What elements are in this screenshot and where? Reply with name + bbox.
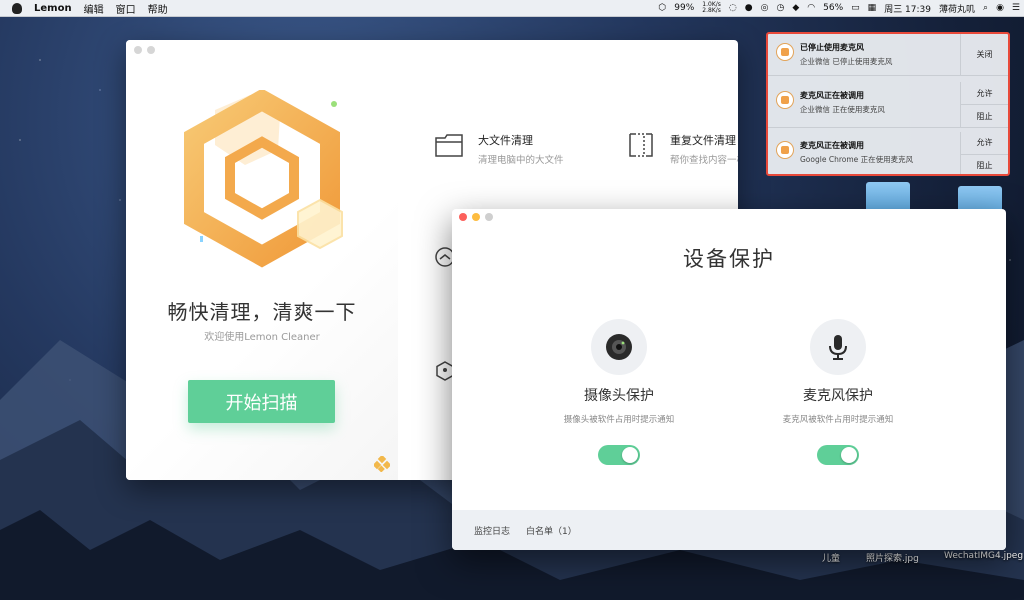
input-method-icon[interactable]: ▦ bbox=[864, 3, 881, 13]
minimize-button[interactable] bbox=[472, 213, 480, 221]
mic-protection-toggle[interactable] bbox=[817, 445, 859, 465]
monitor-log-link[interactable]: 监控日志 bbox=[474, 524, 510, 537]
menu-help[interactable]: 帮助 bbox=[142, 1, 174, 16]
datetime[interactable]: 周三 17:39 bbox=[880, 2, 935, 15]
lemon-hexagon-logo bbox=[184, 90, 343, 268]
device-footer: 监控日志 白名单（1） bbox=[452, 510, 1006, 550]
whitelist-link[interactable]: 白名单（1） bbox=[526, 524, 577, 537]
minimize-button[interactable] bbox=[147, 46, 155, 54]
notification-title: 麦克风正在被调用 bbox=[800, 141, 864, 150]
welcome-subline: 欢迎使用Lemon Cleaner bbox=[204, 332, 320, 343]
feature-large-file-clean[interactable]: 大文件清理 清理电脑中的大文件 bbox=[434, 130, 564, 166]
headline: 畅快清理，清爽一下 bbox=[167, 300, 357, 324]
lemon-app-icon bbox=[776, 91, 794, 109]
notification-center-icon[interactable]: ☰ bbox=[1008, 3, 1024, 13]
chat-icon[interactable]: ◌ bbox=[725, 3, 741, 13]
close-button[interactable] bbox=[134, 46, 142, 54]
close-notification-button[interactable]: 关闭 bbox=[961, 34, 1008, 75]
feature-title: 重复文件清理 bbox=[670, 134, 736, 147]
mic-protection-desc: 麦克风被软件占用时提示通知 bbox=[782, 415, 894, 425]
block-button[interactable]: 阻止 bbox=[961, 104, 1008, 127]
menu-edit[interactable]: 编辑 bbox=[78, 1, 110, 16]
mic-protection-title: 麦克风保护 bbox=[803, 388, 873, 404]
feature-duplicate-file-clean[interactable]: 重复文件清理 帮你查找内容一样的 bbox=[626, 130, 738, 166]
lemon-tray-icon[interactable]: ⬡ bbox=[654, 3, 670, 13]
toggle-knob bbox=[622, 447, 638, 463]
duplicate-file-icon bbox=[629, 133, 653, 157]
feature-desc: 清理电脑中的大文件 bbox=[478, 155, 564, 166]
lemon-app-icon bbox=[776, 141, 794, 159]
username[interactable]: 薄荷丸叽 bbox=[935, 2, 979, 15]
mic-protection-section: 麦克风保护 麦克风被软件占用时提示通知 bbox=[738, 319, 938, 465]
search-icon[interactable]: ⌕ bbox=[979, 3, 992, 13]
window-controls bbox=[134, 46, 155, 54]
notification-body: 企业微信 已停止使用麦克风 bbox=[800, 57, 893, 66]
camera-icon bbox=[591, 319, 647, 375]
menu-bar: Lemon 编辑 窗口 帮助 ⬡ 99% 1.0K/s 2.8K/s ◌ ● ◎ … bbox=[0, 0, 1024, 17]
apple-icon[interactable] bbox=[12, 2, 22, 14]
notification-card[interactable]: 麦克风正在被调用 企业微信 正在使用麦克风 允许 阻止 bbox=[768, 82, 1008, 128]
wifi-icon[interactable]: ◠ bbox=[803, 3, 819, 13]
microphone-icon bbox=[810, 319, 866, 375]
camera-protection-desc: 摄像头被软件占用时提示通知 bbox=[563, 415, 675, 425]
shield-icon[interactable]: ◆ bbox=[788, 3, 803, 13]
folder-outline-icon bbox=[435, 134, 463, 157]
notification-title: 已停止使用麦克风 bbox=[800, 43, 864, 52]
allow-button[interactable]: 允许 bbox=[961, 82, 1008, 104]
menu-app-name[interactable]: Lemon bbox=[28, 3, 78, 14]
battery-icon[interactable]: ▭ bbox=[847, 3, 864, 13]
lemon-app-icon bbox=[776, 43, 794, 61]
notification-card[interactable]: 已停止使用麦克风 企业微信 已停止使用麦克风 关闭 bbox=[768, 34, 1008, 76]
toggle-knob bbox=[841, 447, 857, 463]
desktop-label[interactable]: 儿童 bbox=[822, 551, 840, 564]
menu-window[interactable]: 窗口 bbox=[110, 1, 142, 16]
desktop-label[interactable]: WechatIMG4.jpeg bbox=[944, 551, 1023, 561]
battery-percent[interactable]: 99% bbox=[670, 3, 698, 13]
net-down: 2.8K/s bbox=[702, 7, 721, 14]
notification-card[interactable]: 麦克风正在被调用 Google Chrome 正在使用麦克风 允许 阻止 bbox=[768, 132, 1008, 175]
network-speed[interactable]: 1.0K/s 2.8K/s bbox=[698, 2, 725, 14]
device-protection-title: 设备保护 bbox=[683, 247, 775, 271]
close-button[interactable] bbox=[459, 213, 467, 221]
notification-stack: 已停止使用麦克风 企业微信 已停止使用麦克风 关闭 麦克风正在被调用 企业微信 … bbox=[766, 32, 1010, 176]
desktop-label[interactable]: 照片探索.jpg bbox=[866, 551, 919, 564]
allow-button[interactable]: 允许 bbox=[961, 132, 1008, 154]
lemon-left-panel: 畅快清理，清爽一下 欢迎使用Lemon Cleaner 开始扫描 bbox=[126, 40, 398, 480]
lemon-diamond-icon bbox=[374, 456, 390, 472]
camera-protection-toggle[interactable] bbox=[598, 445, 640, 465]
start-scan-button[interactable]: 开始扫描 bbox=[188, 380, 335, 423]
camera-protection-section: 摄像头保护 摄像头被软件占用时提示通知 bbox=[519, 319, 719, 465]
camera-protection-title: 摄像头保护 bbox=[584, 388, 654, 404]
feature-title: 大文件清理 bbox=[478, 134, 533, 147]
window-controls bbox=[459, 213, 493, 221]
siri-icon[interactable]: ◉ bbox=[992, 3, 1008, 13]
qq-icon[interactable]: ● bbox=[741, 3, 757, 13]
notification-body: Google Chrome 正在使用麦克风 bbox=[800, 155, 914, 164]
block-button[interactable]: 阻止 bbox=[961, 153, 1008, 175]
clock-icon[interactable]: ◷ bbox=[773, 3, 789, 13]
wifi-percent[interactable]: 56% bbox=[819, 3, 847, 13]
device-protection-window: 设备保护 摄像头保护 摄像头被软件占用时提示通知 麦克风保护 麦克风被软件占用时… bbox=[452, 209, 1006, 550]
feature-desc: 帮你查找内容一样的 bbox=[670, 155, 738, 166]
wechat-icon[interactable]: ◎ bbox=[757, 3, 773, 13]
notification-body: 企业微信 正在使用麦克风 bbox=[800, 105, 885, 114]
notification-title: 麦克风正在被调用 bbox=[800, 91, 864, 100]
zoom-button[interactable] bbox=[485, 213, 493, 221]
